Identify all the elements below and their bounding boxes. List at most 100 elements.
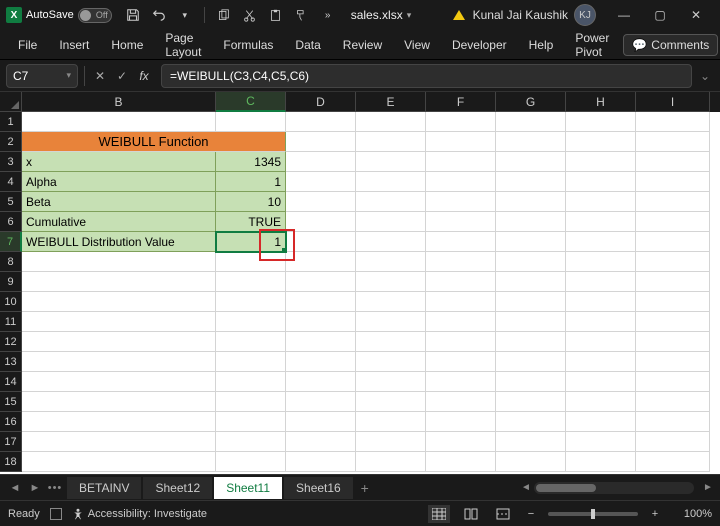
cell-G9[interactable] [496, 272, 566, 292]
cell-G14[interactable] [496, 372, 566, 392]
cell-C13[interactable] [216, 352, 286, 372]
cell-D14[interactable] [286, 372, 356, 392]
row-header-2[interactable]: 2 [0, 132, 22, 152]
formula-input[interactable]: =WEIBULL(C3,C4,C5,C6) [161, 64, 692, 88]
column-header-G[interactable]: G [496, 92, 566, 112]
column-header-E[interactable]: E [356, 92, 426, 112]
cell-G11[interactable] [496, 312, 566, 332]
cell-I5[interactable] [636, 192, 710, 212]
cell-E8[interactable] [356, 252, 426, 272]
row-header-16[interactable]: 16 [0, 412, 22, 432]
row-header-7[interactable]: 7 [0, 232, 22, 252]
cell-B12[interactable] [22, 332, 216, 352]
cell-I4[interactable] [636, 172, 710, 192]
cell-F2[interactable] [426, 132, 496, 152]
cell-B10[interactable] [22, 292, 216, 312]
cell-H13[interactable] [566, 352, 636, 372]
column-header-B[interactable]: B [22, 92, 216, 112]
cell-B2[interactable]: WEIBULL Function [22, 132, 286, 152]
cell-D4[interactable] [286, 172, 356, 192]
cell-E1[interactable] [356, 112, 426, 132]
cell-H8[interactable] [566, 252, 636, 272]
row-header-13[interactable]: 13 [0, 352, 22, 372]
sheet-next-button[interactable]: ► [26, 479, 44, 497]
zoom-level[interactable]: 100% [672, 508, 712, 520]
cell-D9[interactable] [286, 272, 356, 292]
tab-data[interactable]: Data [285, 34, 330, 56]
cell-D5[interactable] [286, 192, 356, 212]
new-sheet-button[interactable]: + [356, 479, 374, 497]
cell-F10[interactable] [426, 292, 496, 312]
row-header-9[interactable]: 9 [0, 272, 22, 292]
cell-I2[interactable] [636, 132, 710, 152]
cell-G6[interactable] [496, 212, 566, 232]
filename-display[interactable]: sales.xlsx ▾ [351, 8, 412, 22]
cell-I17[interactable] [636, 432, 710, 452]
row-header-18[interactable]: 18 [0, 452, 22, 472]
row-header-3[interactable]: 3 [0, 152, 22, 172]
cell-I8[interactable] [636, 252, 710, 272]
tab-review[interactable]: Review [333, 34, 392, 56]
close-button[interactable]: ✕ [678, 1, 714, 29]
page-layout-view-button[interactable] [460, 505, 482, 523]
cell-H15[interactable] [566, 392, 636, 412]
cell-C1[interactable] [216, 112, 286, 132]
sheet-tab-sheet11[interactable]: Sheet11 [214, 477, 282, 499]
tab-file[interactable]: File [8, 34, 47, 56]
cell-G17[interactable] [496, 432, 566, 452]
cell-I13[interactable] [636, 352, 710, 372]
undo-icon[interactable] [150, 6, 168, 24]
cell-C11[interactable] [216, 312, 286, 332]
cell-H2[interactable] [566, 132, 636, 152]
row-header-5[interactable]: 5 [0, 192, 22, 212]
tab-insert[interactable]: Insert [49, 34, 99, 56]
zoom-out-button[interactable]: − [524, 508, 538, 520]
cell-I1[interactable] [636, 112, 710, 132]
cell-D8[interactable] [286, 252, 356, 272]
accessibility-status[interactable]: Accessibility: Investigate [72, 508, 207, 520]
cell-B15[interactable] [22, 392, 216, 412]
cell-G10[interactable] [496, 292, 566, 312]
row-header-1[interactable]: 1 [0, 112, 22, 132]
scroll-left-icon[interactable]: ◄ [520, 482, 532, 493]
cut-icon[interactable] [241, 6, 259, 24]
sheet-tab-betainv[interactable]: BETAINV [67, 477, 141, 499]
tab-help[interactable]: Help [519, 34, 564, 56]
cell-D7[interactable] [286, 232, 356, 252]
cell-I11[interactable] [636, 312, 710, 332]
cell-D12[interactable] [286, 332, 356, 352]
cell-H18[interactable] [566, 452, 636, 472]
format-painter-icon[interactable] [293, 6, 311, 24]
zoom-in-button[interactable]: + [648, 508, 662, 520]
cell-D10[interactable] [286, 292, 356, 312]
cell-C9[interactable] [216, 272, 286, 292]
cell-F7[interactable] [426, 232, 496, 252]
cell-F4[interactable] [426, 172, 496, 192]
redo-dropdown-icon[interactable]: ▾ [176, 6, 194, 24]
horizontal-scrollbar[interactable] [534, 482, 694, 494]
cell-F11[interactable] [426, 312, 496, 332]
cell-B16[interactable] [22, 412, 216, 432]
scroll-right-icon[interactable]: ► [702, 482, 714, 493]
cell-E12[interactable] [356, 332, 426, 352]
enter-formula-icon[interactable]: ✓ [113, 66, 131, 86]
cell-B6[interactable]: Cumulative [22, 212, 216, 232]
cell-H4[interactable] [566, 172, 636, 192]
cell-G2[interactable] [496, 132, 566, 152]
cell-D3[interactable] [286, 152, 356, 172]
cell-G1[interactable] [496, 112, 566, 132]
row-header-10[interactable]: 10 [0, 292, 22, 312]
cell-H11[interactable] [566, 312, 636, 332]
cell-E9[interactable] [356, 272, 426, 292]
cell-H14[interactable] [566, 372, 636, 392]
cell-H10[interactable] [566, 292, 636, 312]
cell-G13[interactable] [496, 352, 566, 372]
cell-B5[interactable]: Beta [22, 192, 216, 212]
cell-D13[interactable] [286, 352, 356, 372]
cell-E11[interactable] [356, 312, 426, 332]
column-header-C[interactable]: C [216, 92, 286, 112]
cell-C12[interactable] [216, 332, 286, 352]
cell-G4[interactable] [496, 172, 566, 192]
cell-C10[interactable] [216, 292, 286, 312]
row-header-4[interactable]: 4 [0, 172, 22, 192]
